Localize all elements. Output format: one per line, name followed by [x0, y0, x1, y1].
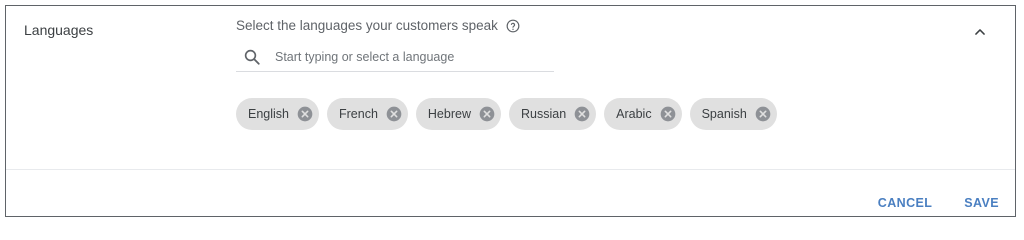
chip-label: English — [248, 107, 289, 121]
remove-chip-icon[interactable] — [479, 106, 495, 122]
remove-chip-icon[interactable] — [660, 106, 676, 122]
selected-languages: English French Hebrew Russian Arabic Spa… — [236, 98, 777, 130]
language-chip-hebrew: Hebrew — [415, 98, 501, 130]
search-icon — [243, 48, 261, 66]
chip-label: French — [339, 107, 378, 121]
chevron-up-icon — [973, 25, 987, 39]
language-search-input[interactable] — [275, 49, 525, 64]
footer-divider — [6, 169, 1015, 170]
remove-chip-icon[interactable] — [297, 106, 313, 122]
chip-label: Hebrew — [427, 107, 471, 121]
footer-actions: CANCEL SAVE — [878, 196, 999, 210]
remove-chip-icon[interactable] — [755, 106, 771, 122]
helper-text: Select the languages your customers spea… — [236, 18, 498, 33]
language-chip-english: English — [236, 98, 319, 130]
chip-label: Arabic — [616, 107, 652, 121]
help-circle-icon[interactable] — [506, 19, 520, 33]
chip-label: Russian — [520, 107, 567, 121]
remove-chip-icon[interactable] — [386, 106, 402, 122]
collapse-button[interactable] — [968, 20, 992, 44]
remove-chip-icon[interactable] — [574, 106, 590, 122]
language-search-field[interactable] — [236, 42, 554, 72]
save-button[interactable]: SAVE — [964, 196, 999, 210]
language-chip-spanish: Spanish — [689, 98, 777, 130]
language-chip-arabic: Arabic — [604, 98, 682, 130]
helper-row: Select the languages your customers spea… — [236, 18, 520, 33]
language-chip-russian: Russian — [508, 98, 597, 130]
section-label: Languages — [24, 22, 94, 38]
cancel-button[interactable]: CANCEL — [878, 196, 932, 210]
languages-settings-panel: Languages Select the languages your cust… — [5, 5, 1016, 217]
chip-label: Spanish — [701, 107, 747, 121]
language-chip-french: French — [327, 98, 408, 130]
